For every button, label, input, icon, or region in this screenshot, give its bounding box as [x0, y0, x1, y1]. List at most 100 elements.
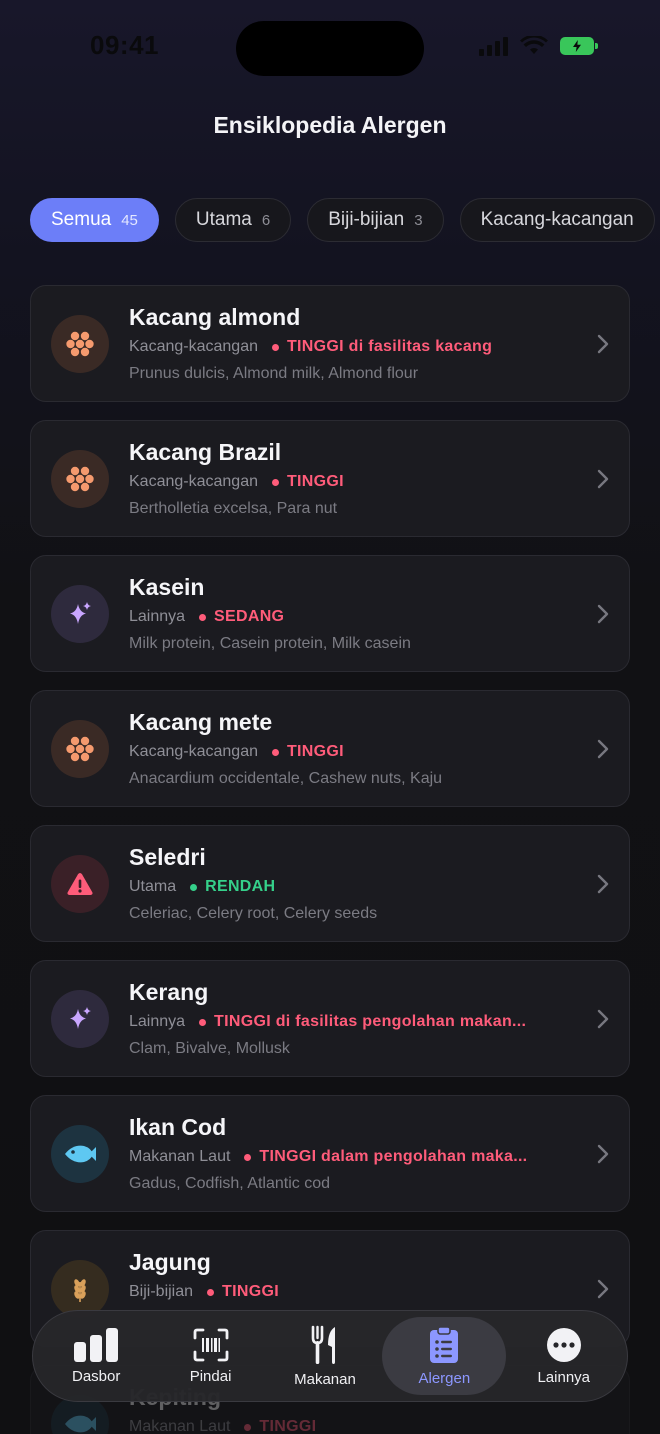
- chip-count: 6: [261, 211, 271, 229]
- allergen-name: Kerang: [129, 979, 209, 1005]
- risk-dot: [271, 478, 279, 486]
- risk-dot: [244, 1423, 252, 1431]
- tab-pindai[interactable]: Pindai: [154, 1317, 268, 1395]
- allergen-meta: Lainnya TINGGI di fasilitas pengolahan m…: [129, 1013, 526, 1031]
- sparkle-icon: [51, 585, 109, 643]
- cellular-signal-icon: [479, 36, 508, 56]
- tab-makanan[interactable]: Makanan: [268, 1317, 382, 1395]
- risk-level: TINGGI: [259, 1418, 317, 1434]
- chip-count: 45: [121, 211, 138, 229]
- allergen-aliases: Bertholletia excelsa, Para nut: [129, 500, 338, 517]
- risk-level: TINGGI: [286, 473, 344, 490]
- risk-level: TINGGI: [222, 1283, 279, 1300]
- bottom-tab-bar: Dasbor Pindai Makanan Alergen Lainnya: [32, 1310, 628, 1402]
- risk-dot: [199, 1018, 207, 1026]
- chip-biji-bijian[interactable]: Biji-bijian 3: [307, 198, 444, 242]
- chevron-right-icon: [597, 604, 609, 624]
- tab-label: Lainnya: [537, 1368, 591, 1386]
- chevron-right-icon: [597, 739, 609, 759]
- allergen-meta: Kacang-kacangan TINGGI: [129, 473, 344, 491]
- allergen-name: Ikan Cod: [129, 1114, 227, 1140]
- allergen-category: Kacang-kacangan: [129, 743, 258, 760]
- allergen-card-kacang-brazil[interactable]: Kacang Brazil Kacang-kacangan TINGGI Ber…: [30, 420, 630, 537]
- risk-dot: [271, 748, 279, 756]
- risk-dot: [207, 1288, 215, 1296]
- allergen-card-seledri[interactable]: Seledri Utama RENDAH Celeriac, Celery ro…: [30, 825, 630, 942]
- clipboard-list-icon: [430, 1325, 459, 1363]
- tab-alergen[interactable]: Alergen: [382, 1317, 507, 1395]
- barcode-scan-icon: [193, 1328, 228, 1361]
- fork-knife-icon: [311, 1325, 335, 1364]
- allergen-card-kacang-almond[interactable]: Kacang almond Kacang-kacangan TINGGI di …: [30, 285, 630, 402]
- allergen-meta: Lainnya SEDANG: [129, 608, 284, 626]
- wifi-icon: [520, 36, 548, 54]
- risk-dot: [244, 1153, 252, 1161]
- risk-level: SEDANG: [214, 608, 285, 625]
- nut-icon: [51, 450, 109, 508]
- risk-dot: [271, 343, 279, 351]
- status-indicators: [479, 36, 598, 56]
- allergen-category: Kacang-kacangan: [129, 473, 258, 490]
- warning-icon: [51, 855, 109, 913]
- allergen-aliases: Anacardium occidentale, Cashew nuts, Kaj…: [129, 770, 443, 787]
- chip-label: Utama: [195, 209, 252, 230]
- allergen-category: Utama: [129, 878, 177, 895]
- risk-level: RENDAH: [205, 878, 276, 895]
- allergen-meta: Kacang-kacangan TINGGI: [129, 743, 344, 761]
- risk-level: TINGGI dalam pengolahan maka...: [259, 1148, 528, 1165]
- allergen-card-kasein[interactable]: Kasein Lainnya SEDANG Milk protein, Case…: [30, 555, 630, 672]
- tab-label: Makanan: [294, 1370, 356, 1388]
- risk-level: TINGGI: [286, 743, 344, 760]
- allergen-aliases: Milk protein, Casein protein, Milk casei…: [129, 635, 411, 652]
- more-dots-icon: [546, 1327, 581, 1362]
- risk-level: TINGGI di fasilitas kacang: [286, 338, 493, 355]
- allergen-aliases: Prunus dulcis, Almond milk, Almond flour: [129, 365, 419, 382]
- allergen-category: Lainnya: [129, 1013, 186, 1030]
- nut-icon: [51, 720, 109, 778]
- tab-lainnya[interactable]: Lainnya: [507, 1317, 621, 1395]
- allergen-category: Lainnya: [129, 608, 186, 625]
- allergen-meta: Biji-bijian TINGGI: [129, 1283, 279, 1301]
- chevron-right-icon: [597, 1279, 609, 1299]
- allergen-meta: Makanan Laut TINGGI dalam pengolahan mak…: [129, 1148, 527, 1166]
- allergen-aliases: Gadus, Codfish, Atlantic cod: [129, 1175, 330, 1192]
- chip-utama[interactable]: Utama 6: [174, 198, 292, 242]
- chevron-right-icon: [597, 334, 609, 354]
- allergen-name: Jagung: [129, 1249, 211, 1275]
- allergen-name: Seledri: [129, 844, 206, 870]
- battery-charging-icon: [560, 37, 598, 55]
- allergen-aliases: Clam, Bivalve, Mollusk: [129, 1040, 290, 1057]
- nut-icon: [51, 315, 109, 373]
- tab-label: Dasbor: [72, 1367, 121, 1385]
- risk-dot: [199, 613, 207, 621]
- chart-bars-icon: [74, 1327, 119, 1362]
- allergen-category: Kacang-kacangan: [129, 338, 258, 355]
- allergen-card-kacang-mete[interactable]: Kacang mete Kacang-kacangan TINGGI Anaca…: [30, 690, 630, 807]
- tab-dasbor[interactable]: Dasbor: [39, 1317, 153, 1395]
- allergen-aliases: Celeriac, Celery root, Celery seeds: [129, 905, 378, 922]
- allergen-card-ikan-cod[interactable]: Ikan Cod Makanan Laut TINGGI dalam pengo…: [30, 1095, 630, 1212]
- category-filter-chips: Semua 45 Utama 6 Biji-bijian 3 Kacang-ka…: [30, 198, 655, 242]
- allergen-list: Kacang almond Kacang-kacangan TINGGI di …: [30, 285, 630, 1434]
- chevron-right-icon: [597, 1009, 609, 1029]
- allergen-name: Kacang mete: [129, 709, 273, 735]
- chevron-right-icon: [597, 469, 609, 489]
- chip-label: Biji-bijian: [328, 209, 405, 230]
- allergen-name: Kacang almond: [129, 304, 301, 330]
- chip-label: Kacang-kacangan: [480, 209, 634, 230]
- sparkle-icon: [51, 990, 109, 1048]
- chip-semua[interactable]: Semua 45: [30, 198, 159, 242]
- allergen-card-kerang[interactable]: Kerang Lainnya TINGGI di fasilitas pengo…: [30, 960, 630, 1077]
- allergen-name: Kasein: [129, 574, 205, 600]
- allergen-meta: Utama RENDAH: [129, 878, 275, 896]
- allergen-name: Kacang Brazil: [129, 439, 282, 465]
- fish-icon: [51, 1125, 109, 1183]
- chip-count: 3: [414, 211, 423, 229]
- allergen-category: Makanan Laut: [129, 1418, 231, 1434]
- page-title: Ensiklopedia Alergen: [213, 112, 447, 138]
- chip-kacang-kacangan[interactable]: Kacang-kacangan: [459, 198, 655, 242]
- tab-label: Alergen: [418, 1369, 471, 1387]
- risk-level: TINGGI di fasilitas pengolahan makan...: [214, 1013, 527, 1030]
- chevron-right-icon: [597, 874, 609, 894]
- dynamic-island: [236, 21, 424, 76]
